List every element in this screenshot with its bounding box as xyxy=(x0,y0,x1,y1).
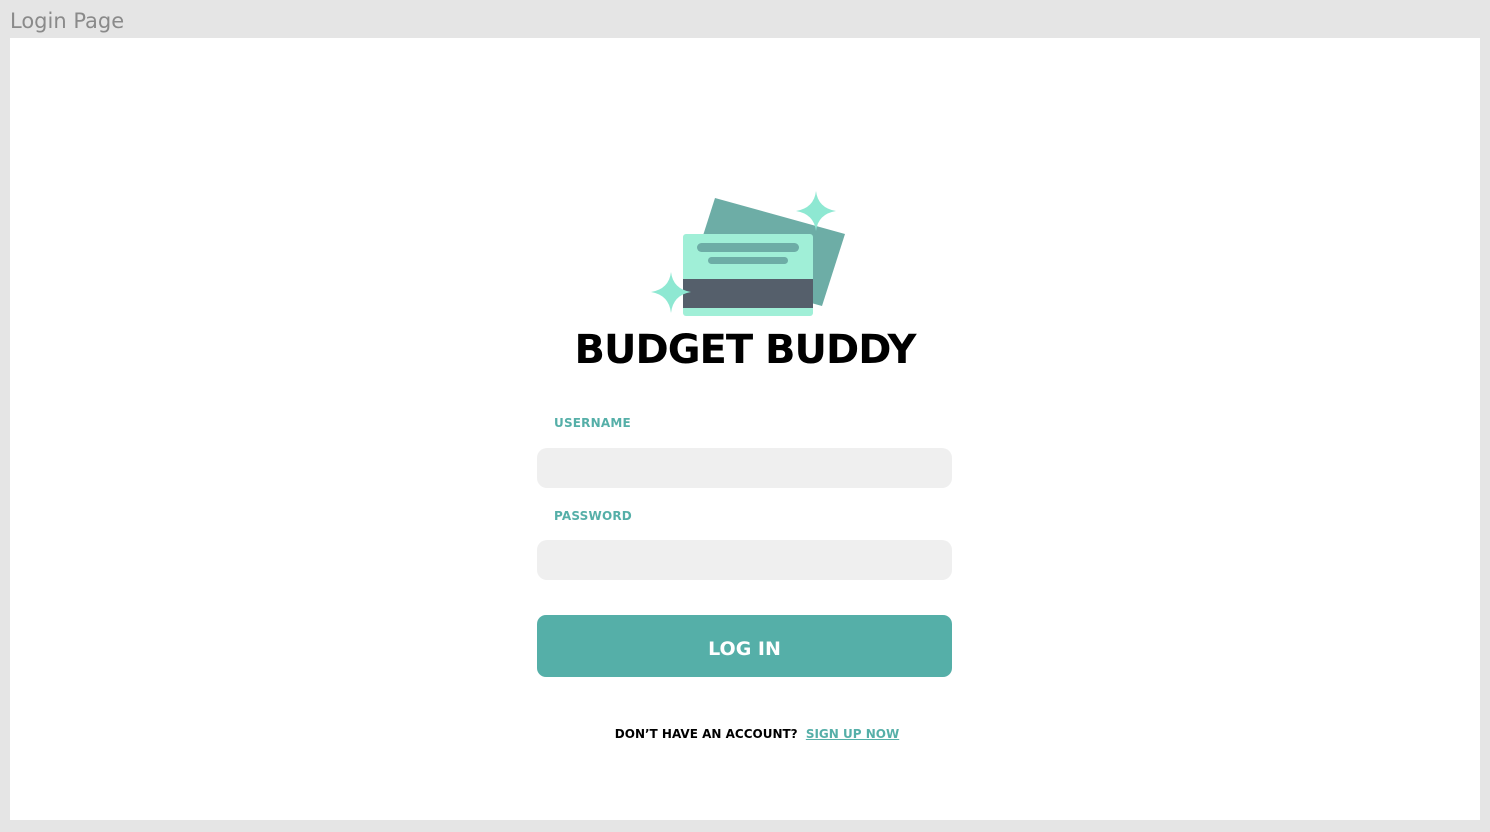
front-card xyxy=(683,234,813,316)
signup-row: DON’T HAVE AN ACCOUNT? SIGN UP NOW xyxy=(537,726,977,742)
login-button[interactable]: LOG IN xyxy=(537,615,952,677)
username-input[interactable] xyxy=(537,448,952,488)
username-label: USERNAME xyxy=(554,416,631,430)
password-input[interactable] xyxy=(537,540,952,580)
credit-cards-sparkle-icon xyxy=(651,191,845,316)
signup-prompt: DON’T HAVE AN ACCOUNT? xyxy=(614,727,798,741)
password-label: PASSWORD xyxy=(554,509,632,523)
signup-link[interactable]: SIGN UP NOW xyxy=(806,727,899,741)
login-page-canvas: BUDGET BUDDY USERNAME PASSWORD LOG IN DO… xyxy=(10,38,1480,820)
brand-name: BUDGET BUDDY xyxy=(574,327,917,373)
frame-title: Login Page xyxy=(10,9,125,33)
